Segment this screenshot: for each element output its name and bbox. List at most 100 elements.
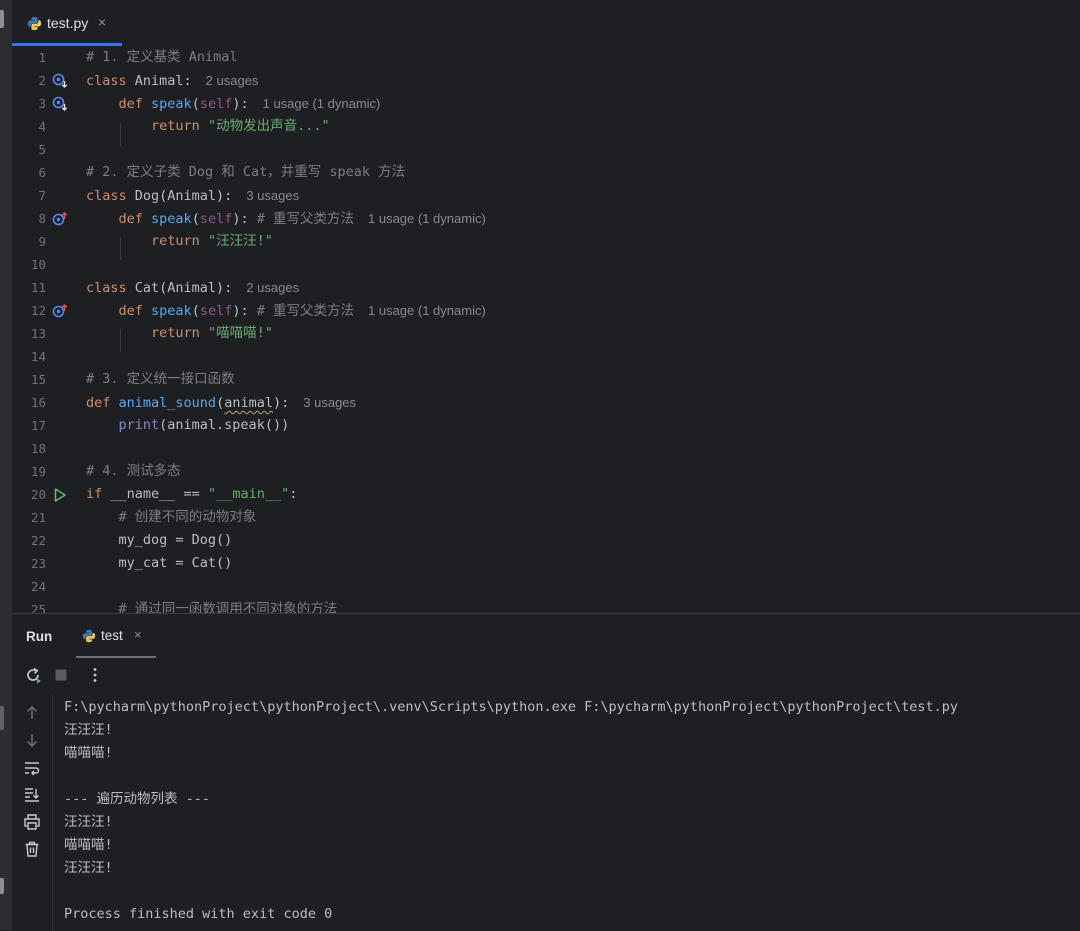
code-line: 23 my_cat = Cat() (12, 552, 1080, 575)
tab-filename: test.py (47, 15, 89, 31)
scroll-to-end-icon[interactable] (23, 786, 41, 804)
editor-tab-bar: test.py × (12, 0, 1080, 47)
code-text: (animal.speak()) (159, 417, 290, 433)
function-name: speak (151, 303, 192, 319)
code-line: 13 return "喵喵喵!" (12, 322, 1080, 345)
code-line: 24 (12, 575, 1080, 598)
string-literal: "喵喵喵!" (207, 325, 273, 341)
code-text: Cat(Animal): (126, 280, 233, 296)
code-comment: # 重写父类方法 (256, 211, 354, 227)
strip-marker (0, 10, 4, 28)
print-icon[interactable] (23, 813, 41, 831)
strip-marker-active[interactable] (0, 706, 4, 730)
usages-hint[interactable]: 3 usages (246, 188, 299, 203)
line-number: 2 (38, 73, 46, 88)
line-number: 3 (38, 96, 46, 111)
line-number: 18 (30, 441, 46, 456)
line-number: 6 (38, 165, 46, 180)
code-line: 21 # 创建不同的动物对象 (12, 506, 1080, 529)
code-line: 15 # 3. 定义统一接口函数 (12, 368, 1080, 391)
code-text: Dog(Animal): (126, 188, 233, 204)
usages-hint[interactable]: 1 usage (1 dynamic) (263, 96, 381, 111)
implemented-down-icon[interactable] (52, 73, 68, 89)
soft-wrap-icon[interactable] (23, 759, 41, 777)
console-line: 汪汪汪! (64, 722, 113, 738)
line-number: 17 (30, 418, 46, 433)
code-line: 9 return "汪汪汪!" (12, 230, 1080, 253)
code-line: 5 (12, 138, 1080, 161)
line-number: 12 (30, 303, 46, 318)
string-literal: "汪汪汪!" (207, 233, 273, 249)
overrides-up-icon[interactable] (52, 303, 68, 319)
line-number: 9 (38, 234, 46, 249)
code-line: 20 if __name__ == "__main__": (12, 483, 1080, 506)
keyword: return (151, 233, 200, 249)
strip-marker (0, 878, 4, 894)
run-icon[interactable] (52, 487, 68, 503)
trash-icon[interactable] (23, 840, 41, 858)
line-number: 1 (38, 50, 46, 65)
stop-icon[interactable] (52, 666, 70, 684)
code-line: 22 my_dog = Dog() (12, 529, 1080, 552)
code-text: my_cat = Cat() (118, 555, 233, 571)
line-number: 14 (30, 349, 46, 364)
code-line: 10 (12, 253, 1080, 276)
line-number: 23 (30, 556, 46, 571)
python-file-icon (27, 16, 42, 31)
close-icon[interactable]: × (134, 627, 142, 642)
code-line: 11 class Cat(Animal): 2 usages (12, 276, 1080, 299)
keyword: if (86, 486, 103, 502)
function-name: speak (151, 211, 192, 227)
code-comment: # 2. 定义子类 Dog 和 Cat，并重写 speak 方法 (86, 164, 406, 180)
keyword: def (118, 303, 143, 319)
line-number: 22 (30, 533, 46, 548)
code-line: 3 def speak(self): 1 usage (1 dynamic) (12, 92, 1080, 115)
run-panel-title: Run (26, 629, 53, 644)
function-name: animal_sound (118, 395, 217, 411)
keyword: return (151, 118, 200, 134)
usages-hint[interactable]: 1 usage (1 dynamic) (368, 303, 486, 318)
keyword: def (86, 395, 111, 411)
tab-test-py[interactable]: test.py × (12, 0, 122, 46)
line-number: 25 (30, 602, 46, 613)
usages-hint[interactable]: 1 usage (1 dynamic) (368, 211, 486, 226)
line-number: 4 (38, 119, 46, 134)
rerun-icon[interactable] (24, 666, 42, 684)
console-output[interactable]: F:\pycharm\pythonProject\pythonProject\.… (64, 694, 1074, 931)
implemented-down-icon[interactable] (52, 96, 68, 112)
console-line: 汪汪汪! (64, 814, 113, 830)
code-line: 4 return "动物发出声音..." (12, 115, 1080, 138)
run-panel-header: Run test × (12, 614, 1080, 658)
code-line: 17 print(animal.speak()) (12, 414, 1080, 437)
overrides-up-icon[interactable] (52, 211, 68, 227)
arrow-up-icon[interactable] (23, 704, 41, 722)
console-line: --- 遍历动物列表 --- (64, 791, 211, 807)
line-number: 16 (30, 395, 46, 410)
usages-hint[interactable]: 2 usages (246, 280, 299, 295)
run-toolbar (12, 658, 1080, 694)
run-tab-label: test (101, 628, 123, 643)
code-line: 25 # 通过同一函数调用不同对象的方法 (12, 598, 1080, 613)
code-line: 8 def speak(self): # 重写父类方法 1 usage (1 dy… (12, 207, 1080, 230)
close-icon[interactable]: × (98, 14, 106, 30)
console-line: 汪汪汪! (64, 860, 113, 876)
self-param: self (199, 211, 233, 227)
code-line: 18 (12, 437, 1080, 460)
code-line: 2 class Animal: 2 usages (12, 69, 1080, 92)
code-line: 1 # 1. 定义基类 Animal (12, 46, 1080, 69)
console-line: 喵喵喵! (64, 837, 113, 853)
string-literal: "__main__" (207, 486, 290, 502)
line-number: 7 (38, 188, 46, 203)
arrow-down-icon[interactable] (23, 731, 41, 749)
code-comment: # 通过同一函数调用不同对象的方法 (118, 601, 338, 613)
usages-hint[interactable]: 3 usages (303, 395, 356, 410)
run-tab-test[interactable]: test × (76, 614, 156, 658)
line-number: 13 (30, 326, 46, 341)
code-editor[interactable]: 1 # 1. 定义基类 Animal 2 class Animal: 2 usag… (12, 46, 1080, 613)
builtin-print: print (118, 417, 160, 433)
line-number: 8 (38, 211, 46, 226)
console-side-toolbar (12, 694, 53, 931)
usages-hint[interactable]: 2 usages (206, 73, 259, 88)
code-line: 12 def speak(self): # 重写父类方法 1 usage (1 d… (12, 299, 1080, 322)
more-options-icon[interactable] (86, 666, 104, 684)
